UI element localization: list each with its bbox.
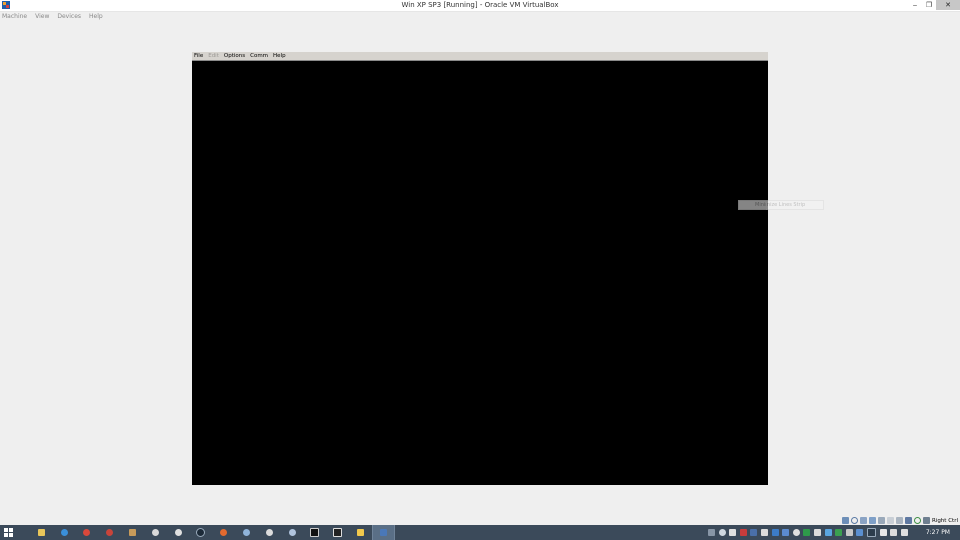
console-icon	[310, 528, 320, 537]
tray-app-icon[interactable]	[845, 529, 853, 536]
clock[interactable]: 7:27 PM	[926, 525, 950, 540]
shared-folders-icon[interactable]	[886, 517, 894, 524]
tray-app-icon[interactable]	[782, 529, 790, 536]
taskbar-app[interactable]	[76, 525, 99, 540]
taskbar-app[interactable]	[98, 525, 121, 540]
folder-icon	[357, 529, 365, 536]
guest-menu-help[interactable]: Help	[273, 52, 286, 61]
start-icon[interactable]	[4, 528, 13, 537]
tray-app-icon[interactable]	[760, 529, 768, 536]
virtualbox-window: Win XP SP3 [Running] - Oracle VM Virtual…	[0, 0, 960, 540]
tool-icon	[106, 529, 114, 536]
restore-button[interactable]: ❐	[922, 0, 936, 10]
taskbar-app[interactable]	[212, 525, 235, 540]
tray-app-icon[interactable]	[739, 529, 747, 536]
window-controls: ‒ ❐ ✕	[908, 0, 960, 10]
video-capture-icon[interactable]	[904, 517, 912, 524]
taskbar-app[interactable]	[53, 525, 76, 540]
taskbar-app[interactable]	[304, 525, 327, 540]
taskbar-app[interactable]	[349, 525, 372, 540]
guest-menu-bar: File Edit Options Comm Help	[192, 52, 768, 61]
text-cursor-icon	[766, 202, 767, 210]
tray-app-icon[interactable]	[803, 529, 811, 536]
taskbar-app[interactable]	[144, 525, 167, 540]
optical-drive-icon[interactable]	[850, 517, 858, 524]
audio-icon[interactable]	[859, 517, 867, 524]
app-icon	[265, 529, 273, 536]
app-icon	[129, 529, 137, 536]
taskbar-apps	[30, 525, 395, 540]
host-taskbar: 7:27 PM	[0, 525, 960, 540]
ie-icon	[60, 529, 68, 536]
tray-app-icon[interactable]	[771, 529, 779, 536]
tray-app-icon[interactable]	[824, 529, 832, 536]
taskbar-app[interactable]	[258, 525, 281, 540]
guest-menu-options[interactable]: Options	[224, 52, 245, 61]
keyboard-icon[interactable]	[922, 517, 930, 524]
tray-app-icon[interactable]	[856, 529, 864, 536]
menu-devices[interactable]: Devices	[57, 11, 81, 22]
app-icon	[151, 529, 159, 536]
tray-app-icon[interactable]	[792, 529, 800, 536]
guest-display[interactable]	[192, 61, 768, 485]
guest-menu-edit[interactable]: Edit	[208, 52, 219, 61]
keyboard-icon[interactable]	[708, 529, 715, 536]
flag-icon[interactable]	[879, 529, 887, 536]
guest-menu-file[interactable]: File	[194, 52, 203, 61]
hard-disk-icon[interactable]	[841, 517, 849, 524]
circle-app-icon	[196, 528, 206, 537]
minimize-button[interactable]: ‒	[908, 0, 922, 10]
app-icon	[243, 529, 251, 536]
tray-app-icon[interactable]	[866, 528, 876, 537]
skype-icon[interactable]	[718, 529, 726, 536]
menu-help[interactable]: Help	[89, 11, 103, 22]
taskbar-app[interactable]	[326, 525, 349, 540]
host-key-label: Right Ctrl	[931, 517, 958, 524]
taskbar-app[interactable]	[281, 525, 304, 540]
app-icon	[288, 529, 296, 536]
tray-app-icon[interactable]	[750, 529, 758, 536]
file-explorer-icon	[37, 529, 45, 536]
steam-icon	[174, 529, 182, 536]
guest-menu-comm[interactable]: Comm	[250, 52, 268, 61]
window-title: Win XP SP3 [Running] - Oracle VM Virtual…	[401, 1, 559, 9]
taskbar-app[interactable]	[30, 525, 53, 540]
vm-status-bar: Right Ctrl	[840, 516, 958, 525]
display-icon[interactable]	[895, 517, 903, 524]
volume-icon[interactable]	[900, 529, 908, 536]
menu-machine[interactable]: Machine	[2, 11, 27, 22]
vbox-menu-bar: Machine View Devices Help	[0, 11, 960, 22]
network-icon[interactable]	[890, 529, 898, 536]
virtualbox-icon	[379, 529, 387, 536]
taskbar-app-active[interactable]	[371, 525, 395, 540]
chrome-icon	[83, 529, 91, 536]
tray-app-icon[interactable]	[729, 529, 737, 536]
network-icon[interactable]	[868, 517, 876, 524]
close-button[interactable]: ✕	[936, 0, 960, 10]
mouse-integration-icon[interactable]	[913, 517, 921, 524]
tooltip: Minimize Lines Strip	[738, 200, 824, 210]
tray-app-icon[interactable]	[835, 529, 843, 536]
tray-app-icon[interactable]	[813, 529, 821, 536]
taskbar-app[interactable]	[121, 525, 144, 540]
terminal-icon	[333, 528, 343, 537]
taskbar-app[interactable]	[235, 525, 258, 540]
firefox-icon	[220, 529, 228, 536]
taskbar-app[interactable]	[167, 525, 190, 540]
usb-icon[interactable]	[877, 517, 885, 524]
system-tray	[708, 525, 911, 540]
taskbar-app[interactable]	[190, 525, 213, 540]
menu-view[interactable]: View	[35, 11, 49, 22]
